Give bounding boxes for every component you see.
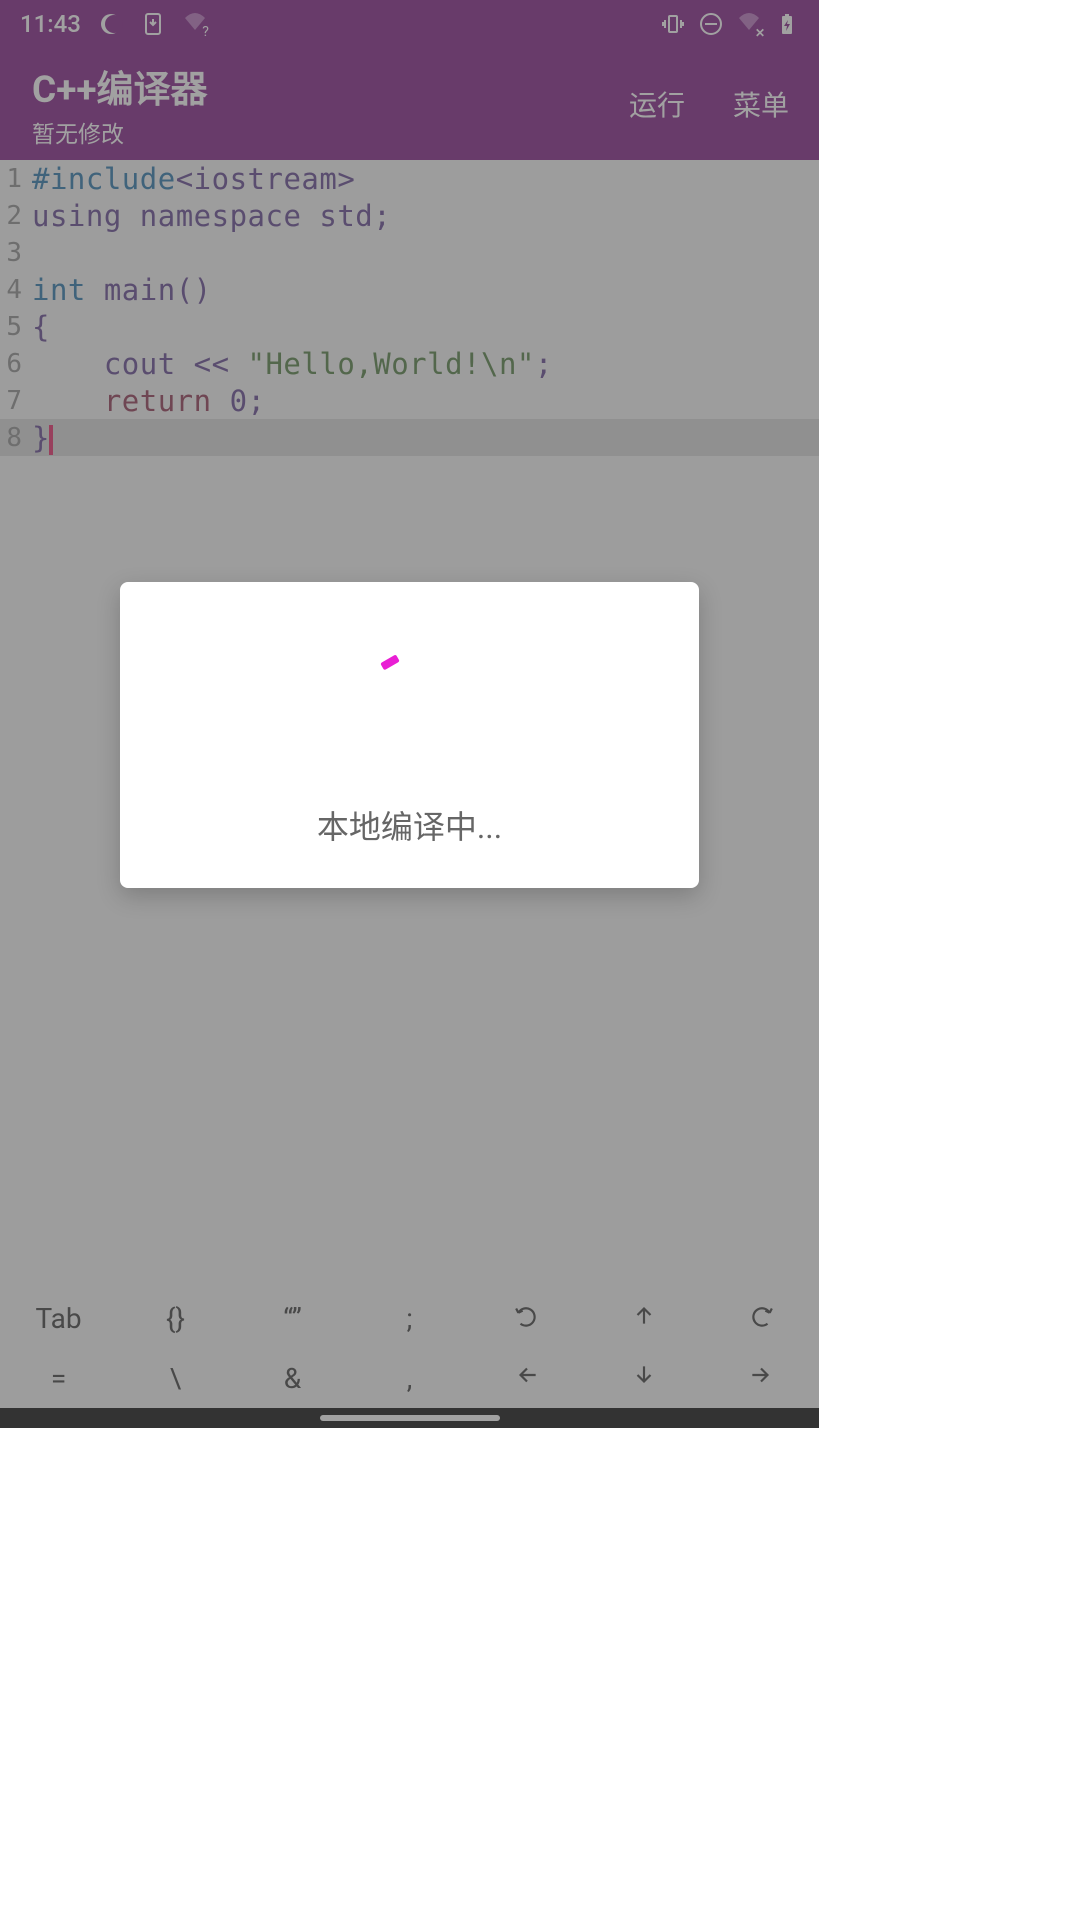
compile-modal: 本地编译中... (120, 582, 699, 888)
spinner-tick-icon (380, 654, 400, 670)
spinner (120, 622, 699, 772)
modal-text: 本地编译中... (317, 802, 502, 848)
